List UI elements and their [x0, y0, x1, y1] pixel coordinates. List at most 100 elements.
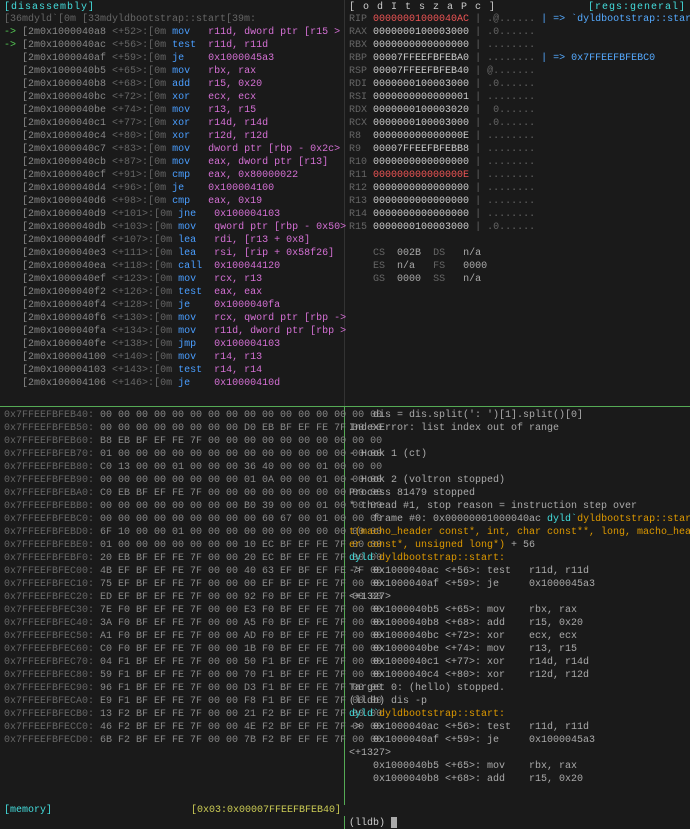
hex-row: 0x7FFEEFBFEC00: 4B EF BF EF FE 7F 00 00 … [4, 565, 340, 578]
asm-row: <+1327> [349, 591, 686, 604]
hex-row: 0x7FFEEFBFEC90: 96 F1 BF EF FE 7F 00 00 … [4, 682, 340, 695]
disasm-title: [disassembly] [4, 2, 95, 13]
disasm-row: [2m0x100004106 <+146>:[0m je 0x10000410d [4, 377, 340, 390]
hex-row: 0x7FFEEFBFEC10: 75 EF BF EF FE 7F 00 00 … [4, 578, 340, 591]
disasm-row: -> [2m0x1000040ac <+56>:[0m test r11d, r… [4, 39, 340, 52]
thread-line: * thread #1, stop reason = instruction s… [349, 500, 686, 513]
regs-header: [ o d I t s z a P c ] [regs:general] [349, 2, 686, 13]
disasm-row: [2m0x1000040ea <+118>:[0m call 0x1000441… [4, 260, 340, 273]
disasm-row: [2m0x1000040b8 <+68>:[0m add r15, 0x20 [4, 78, 340, 91]
disasm-row: [2m0x1000040cf <+91>:[0m cmp eax, 0x8000… [4, 169, 340, 182]
disassembly-pane[interactable]: [disassembly] [36mdyld`[0m [33mdyldboots… [0, 0, 345, 406]
func-header: dyld`dyldbootstrap::start: [349, 552, 686, 565]
seg-row-1: CS 002B DS n/a [349, 234, 686, 247]
disasm-row: [2m0x1000040f4 <+128>:[0m je 0x1000040fa [4, 299, 340, 312]
hex-row: 0x7FFEEFBFEC80: 59 F1 BF EF FE 7F 00 00 … [4, 669, 340, 682]
disasm-row: [2m0x1000040be <+74>:[0m mov r13, r15 [4, 104, 340, 117]
asm-row: -> 0x1000040ac <+56>: test r11d, r11d [349, 721, 686, 734]
register-row: R11 000000000000000E | ........ [349, 169, 686, 182]
hex-row: 0x7FFEEFBFEB60: B8 EB BF EF FE 7F 00 00 … [4, 435, 340, 448]
register-row: RDI 0000000100003000 | .0...... [349, 78, 686, 91]
register-row: RBX 0000000000000000 | ........ [349, 39, 686, 52]
disasm-row: [2m0x1000040d9 <+101>:[0m jne 0x10000410… [4, 208, 340, 221]
disasm-row: [2m0x1000040c1 <+77>:[0m xor r14d, r14d [4, 117, 340, 130]
disasm-row: [2m0x1000040c4 <+80>:[0m xor r12d, r12d [4, 130, 340, 143]
asm-row: 0x1000040be <+74>: mov r13, r15 [349, 643, 686, 656]
process-stopped: Process 81479 stopped [349, 487, 686, 500]
hex-row: 0x7FFEEFBFEC50: A1 F0 BF EF FE 7F 00 00 … [4, 630, 340, 643]
memory-label: [memory] [4, 805, 52, 816]
hex-row: 0x7FFEEFBFEB50: 00 00 00 00 00 00 00 00 … [4, 422, 340, 435]
asm-row: <+1327> [349, 747, 686, 760]
register-row: RSP 00007FFEEFBFEB40 | @....... [349, 65, 686, 78]
hex-row: 0x7FFEEFBFECD0: 6B F2 BF EF FE 7F 00 00 … [4, 734, 340, 747]
asm-row: 0x1000040af <+59>: je 0x1000045a3 [349, 734, 686, 747]
func-header-2: dyld`dyldbootstrap::start: [349, 708, 686, 721]
asm-row: 0x1000040c4 <+80>: xor r12d, r12d [349, 669, 686, 682]
register-row: RBP 00007FFEEFBFEBA0 | ........ | => 0x7… [349, 52, 686, 65]
register-row: R9 00007FFEEFBFEBB8 | ........ [349, 143, 686, 156]
disasm-row: [2m0x100004103 <+143>:[0m test r14, r14 [4, 364, 340, 377]
asm-row: 0x1000040af <+59>: je 0x1000045a3 [349, 578, 686, 591]
register-row: R8 000000000000000E | ........ [349, 130, 686, 143]
hook-2: - Hook 2 (voltron stopped) [349, 474, 686, 487]
code-line: dis = dis.split(': ')[1].split()[0] [349, 409, 686, 422]
registers-pane[interactable]: [ o d I t s z a P c ] [regs:general] RIP… [345, 0, 690, 406]
register-row: RDX 0000000100003020 | 0...... [349, 104, 686, 117]
hex-row: 0x7FFEEFBFECA0: E9 F1 BF EF FE 7F 00 00 … [4, 695, 340, 708]
asm-row: 0x1000040b8 <+68>: add r15, 0x20 [349, 617, 686, 630]
register-row: R12 0000000000000000 | ........ [349, 182, 686, 195]
lldb-prompt[interactable]: (lldb) [345, 817, 690, 829]
disasm-row: [2m0x1000040f6 <+130>:[0m mov rcx, qword… [4, 312, 340, 325]
register-row: RIP 00000001000040AC | .@...... | => `dy… [349, 13, 686, 26]
hex-row: 0x7FFEEFBFEC30: 7E F0 BF EF FE 7F 00 00 … [4, 604, 340, 617]
register-row: R14 0000000000000000 | ........ [349, 208, 686, 221]
register-row: R13 0000000000000000 | ........ [349, 195, 686, 208]
hex-row: 0x7FFEEFBFEBC0: 00 00 00 00 00 00 00 00 … [4, 513, 340, 526]
asm-row: 0x1000040b8 <+68>: add r15, 0x20 [349, 773, 686, 786]
frame-line: frame #0: 0x00000001000040ac dyld`dyldbo… [349, 513, 686, 526]
hex-row: 0x7FFEEFBFEBB0: 00 00 00 00 00 00 00 00 … [4, 500, 340, 513]
asm-row: 0x1000040c1 <+77>: xor r14d, r14d [349, 656, 686, 669]
hex-row: 0x7FFEEFBFEC20: ED EF BF EF FE 7F 00 00 … [4, 591, 340, 604]
regs-flags: [ o d I t s z a P c ] [349, 2, 496, 13]
disasm-row: [2m0x1000040af <+59>:[0m je 0x1000045a3 [4, 52, 340, 65]
hex-row: 0x7FFEEFBFEC60: C0 F0 BF EF FE 7F 00 00 … [4, 643, 340, 656]
memory-addr: [0x03:0x00007FFEEFBFEB40] [191, 805, 341, 816]
disasm-row: [2m0x1000040d6 <+98>:[0m cmp eax, 0x19 [4, 195, 340, 208]
hex-row: 0x7FFEEFBFEBD0: 6F 10 00 00 01 00 00 00 … [4, 526, 340, 539]
memory-pane[interactable]: 0x7FFEEFBFEB40: 00 00 00 00 00 00 00 00 … [0, 406, 345, 829]
disasm-row: [2m0x100004100 <+140>:[0m mov r14, r13 [4, 351, 340, 364]
hex-row: 0x7FFEEFBFEC40: 3A F0 BF EF FE 7F 00 00 … [4, 617, 340, 630]
trace-pane[interactable]: dis = dis.split(': ')[1].split()[0] Inde… [345, 406, 690, 829]
hex-row: 0x7FFEEFBFEC70: 04 F1 BF EF FE 7F 00 00 … [4, 656, 340, 669]
hex-row: 0x7FFEEFBFEB90: 00 00 00 00 00 00 00 00 … [4, 474, 340, 487]
disasm-row: [2m0x1000040db <+103>:[0m mov qword ptr … [4, 221, 340, 234]
hex-row: 0x7FFEEFBFEBE0: 01 00 00 00 00 00 00 00 … [4, 539, 340, 552]
hex-row: 0x7FFEEFBFEB40: 00 00 00 00 00 00 00 00 … [4, 409, 340, 422]
cursor-icon [391, 817, 397, 828]
signature-line: t(macho_header const*, int, char const**… [349, 526, 686, 539]
regs-title: [regs:general] [588, 2, 686, 13]
hex-row: 0x7FFEEFBFECB0: 13 F2 BF EF FE 7F 00 00 … [4, 708, 340, 721]
register-row: R10 0000000000000000 | ........ [349, 156, 686, 169]
disasm-header: [disassembly] [4, 2, 340, 13]
asm-row: 0x1000040b5 <+65>: mov rbx, rax [349, 604, 686, 617]
disasm-row: [2m0x1000040fa <+134>:[0m mov r11d, dwor… [4, 325, 340, 338]
register-row: RAX 0000000100003000 | .0...... [349, 26, 686, 39]
asm-row: 0x1000040bc <+72>: xor ecx, ecx [349, 630, 686, 643]
hex-row: 0x7FFEEFBFEB80: C0 13 00 00 01 00 00 00 … [4, 461, 340, 474]
hex-row: 0x7FFEEFBFEBA0: C0 EB BF EF FE 7F 00 00 … [4, 487, 340, 500]
disasm-row: [2m0x1000040ef <+123>:[0m mov rcx, r13 [4, 273, 340, 286]
disasm-row: [2m0x1000040e3 <+111>:[0m lea rsi, [rip … [4, 247, 340, 260]
register-row: RSI 0000000000000001 | ........ [349, 91, 686, 104]
disasm-row: [2m0x1000040b5 <+65>:[0m mov rbx, rax [4, 65, 340, 78]
lldb-cmd: (lldb) dis -p [349, 695, 686, 708]
memory-footer: [memory] [0x03:0x00007FFEEFBFEB40] [0, 805, 345, 816]
hex-row: 0x7FFEEFBFECC0: 46 F2 BF EF FE 7F 00 00 … [4, 721, 340, 734]
asm-row: 0x1000040b5 <+65>: mov rbx, rax [349, 760, 686, 773]
hook-1: - Hook 1 (ct) [349, 448, 686, 461]
register-row: R15 0000000100003000 | .0...... [349, 221, 686, 234]
register-row: RCX 0000000100003000 | .0...... [349, 117, 686, 130]
disasm-row: [2m0x1000040d4 <+96>:[0m je 0x100004100 [4, 182, 340, 195]
